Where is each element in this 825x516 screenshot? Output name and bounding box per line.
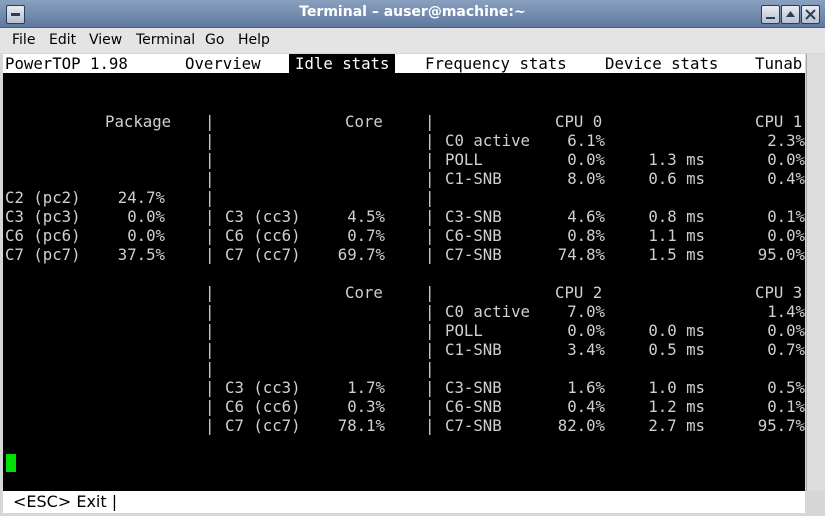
window-title: Terminal – auser@machine:~ [299, 4, 526, 20]
cpu-time: 1.0 ms [648, 378, 705, 397]
window-titlebar[interactable]: Terminal – auser@machine:~ [0, 0, 825, 28]
menu-terminal[interactable]: Terminal [136, 32, 195, 48]
cpu-b-pct: 0.7% [767, 340, 805, 359]
cpu-state: C3-SNB [445, 207, 502, 226]
powertop-footer: <ESC> Exit | [3, 491, 805, 513]
cpu-a-pct: 0.8% [567, 226, 605, 245]
cpu-a-pct: 74.8% [557, 245, 605, 264]
cpu-time: 1.2 ms [648, 397, 705, 416]
cpu-b-pct: 0.0% [767, 226, 805, 245]
powertop-tab-bar: PowerTOP 1.98 Overview Idle stats Freque… [3, 54, 805, 73]
esc-exit-hint[interactable]: <ESC> Exit | [13, 492, 117, 511]
minimize-icon[interactable] [761, 5, 780, 24]
cpu-time: 1.3 ms [648, 150, 705, 169]
cpu-b-pct: 2.3% [767, 131, 805, 150]
tab-overview[interactable]: Overview [185, 54, 261, 73]
core-state: C7 (cc7) [225, 245, 301, 264]
cpu-a-pct: 3.4% [567, 340, 605, 359]
cpu-time: 0.8 ms [648, 207, 705, 226]
package-state: C2 (pc2) [5, 188, 81, 207]
menu-view[interactable]: View [89, 32, 122, 48]
cpu-state: POLL [445, 150, 483, 169]
cpu-state: C7-SNB [445, 416, 502, 435]
menu-edit[interactable]: Edit [49, 32, 76, 48]
core-pct: 4.5% [347, 207, 385, 226]
cpu-time: 1.5 ms [648, 245, 705, 264]
cpu-b-pct: 1.4% [767, 302, 805, 321]
menu-go[interactable]: Go [205, 32, 224, 48]
close-icon[interactable] [801, 5, 820, 24]
core-header-1: Core [345, 112, 383, 131]
cpu-b-pct: 0.0% [767, 321, 805, 340]
cpu-a-pct: 0.4% [567, 397, 605, 416]
cpu-a-pct: 1.6% [567, 378, 605, 397]
powertop-app-name: PowerTOP 1.98 [5, 54, 128, 73]
cpu-state: C3-SNB [445, 378, 502, 397]
cpu-b-pct: 0.0% [767, 150, 805, 169]
terminal-screen[interactable]: PowerTOP 1.98 Overview Idle stats Freque… [3, 54, 805, 491]
cpu-time: 0.6 ms [648, 169, 705, 188]
cpu-header-3: CPU 3 [755, 283, 803, 302]
package-pct: 24.7% [117, 188, 165, 207]
cpu-a-pct: 0.0% [567, 321, 605, 340]
cpu-state: C1-SNB [445, 340, 502, 359]
cpu-header-0: CPU 0 [555, 112, 603, 131]
cpu-b-pct: 0.1% [767, 207, 805, 226]
core-state: C3 (cc3) [225, 207, 301, 226]
core-pct: 69.7% [337, 245, 385, 264]
core-header-2: Core [345, 283, 383, 302]
core-pct: 1.7% [347, 378, 385, 397]
cpu-state: C6-SNB [445, 397, 502, 416]
menubar: File Edit View Terminal Go Help [0, 28, 825, 53]
tab-idle-stats[interactable]: Idle stats [289, 54, 396, 73]
package-pct: 0.0% [127, 226, 165, 245]
cpu-state: C7-SNB [445, 245, 502, 264]
core-pct: 0.3% [347, 397, 385, 416]
core-state: C7 (cc7) [225, 416, 301, 435]
maximize-icon[interactable] [781, 5, 800, 24]
menu-help[interactable]: Help [238, 32, 270, 48]
cpu-a-pct: 7.0% [567, 302, 605, 321]
core-state: C3 (cc3) [225, 378, 301, 397]
cpu-b-pct: 0.1% [767, 397, 805, 416]
cpu-header-1: CPU 1 [755, 112, 803, 131]
terminal-cursor [6, 454, 16, 472]
cpu-a-pct: 82.0% [557, 416, 605, 435]
package-state: C7 (pc7) [5, 245, 81, 264]
terminal-scrollbar[interactable] [806, 54, 825, 491]
cpu-state: POLL [445, 321, 483, 340]
package-header: Package [105, 112, 172, 131]
cpu-state: C0 active [445, 302, 531, 321]
core-state: C6 (cc6) [225, 397, 301, 416]
cpu-b-pct: 0.5% [767, 378, 805, 397]
menu-file[interactable]: File [12, 32, 35, 48]
tab-frequency-stats[interactable]: Frequency stats [425, 54, 567, 73]
cpu-time: 0.5 ms [648, 340, 705, 359]
core-pct: 78.1% [337, 416, 385, 435]
cpu-a-pct: 8.0% [567, 169, 605, 188]
cpu-time: 2.7 ms [648, 416, 705, 435]
cpu-state: C0 active [445, 131, 531, 150]
package-pct: 37.5% [117, 245, 165, 264]
cpu-a-pct: 0.0% [567, 150, 605, 169]
cpu-b-pct: 0.4% [767, 169, 805, 188]
package-state: C6 (pc6) [5, 226, 81, 245]
core-state: C6 (cc6) [225, 226, 301, 245]
cpu-a-pct: 6.1% [567, 131, 605, 150]
cpu-a-pct: 4.6% [567, 207, 605, 226]
cpu-state: C6-SNB [445, 226, 502, 245]
cpu-b-pct: 95.7% [757, 416, 805, 435]
cpu-time: 1.1 ms [648, 226, 705, 245]
cpu-state: C1-SNB [445, 169, 502, 188]
core-pct: 0.7% [347, 226, 385, 245]
cpu-header-2: CPU 2 [555, 283, 603, 302]
tab-device-stats[interactable]: Device stats [605, 54, 718, 73]
tab-tunables[interactable]: Tunab [755, 54, 802, 73]
package-state: C3 (pc3) [5, 207, 81, 226]
cpu-b-pct: 95.0% [757, 245, 805, 264]
package-pct: 0.0% [127, 207, 165, 226]
cpu-time: 0.0 ms [648, 321, 705, 340]
